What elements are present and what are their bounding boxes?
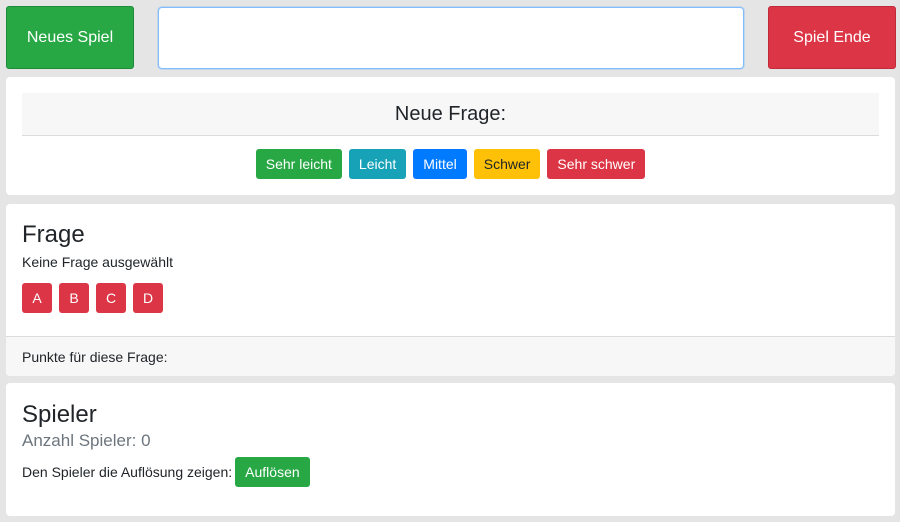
difficulty-very-easy-button[interactable]: Sehr leicht <box>255 149 342 179</box>
points-footer: Punkte für diese Frage: <box>6 336 895 376</box>
answer-d-button[interactable]: D <box>133 283 163 313</box>
answer-c-button[interactable]: C <box>96 283 126 313</box>
new-question-card: Neue Frage: Sehr leicht Leicht Mittel Sc… <box>6 77 895 195</box>
player-count: Anzahl Spieler: 0 <box>22 431 151 450</box>
end-game-button[interactable]: Spiel Ende <box>768 6 896 69</box>
question-card: Frage Keine Frage ausgewählt A B C D Pun… <box>6 204 895 376</box>
reveal-prompt: Den Spieler die Auflösung zeigen: <box>22 464 233 480</box>
answer-button-group: A B C D <box>22 283 163 313</box>
question-title: Frage <box>22 221 85 248</box>
player-title: Spieler <box>22 401 97 428</box>
answer-b-button[interactable]: B <box>59 283 89 313</box>
difficulty-very-hard-button[interactable]: Sehr schwer <box>547 149 646 179</box>
game-input[interactable] <box>158 7 744 69</box>
difficulty-easy-button[interactable]: Leicht <box>348 149 407 179</box>
difficulty-medium-button[interactable]: Mittel <box>413 149 467 179</box>
new-question-header: Neue Frage: <box>22 93 879 136</box>
answer-a-button[interactable]: A <box>22 283 52 313</box>
question-text: Keine Frage ausgewählt <box>22 254 173 270</box>
difficulty-hard-button[interactable]: Schwer <box>473 149 541 179</box>
reveal-row: Den Spieler die Auflösung zeigen: Auflös… <box>22 457 310 487</box>
difficulty-button-group: Sehr leicht Leicht Mittel Schwer Sehr sc… <box>6 149 895 180</box>
points-label: Punkte für diese Frage: <box>22 348 168 365</box>
new-game-button[interactable]: Neues Spiel <box>6 6 134 69</box>
player-card: Spieler Anzahl Spieler: 0 Den Spieler di… <box>6 383 895 516</box>
reveal-button[interactable]: Auflösen <box>235 457 310 487</box>
